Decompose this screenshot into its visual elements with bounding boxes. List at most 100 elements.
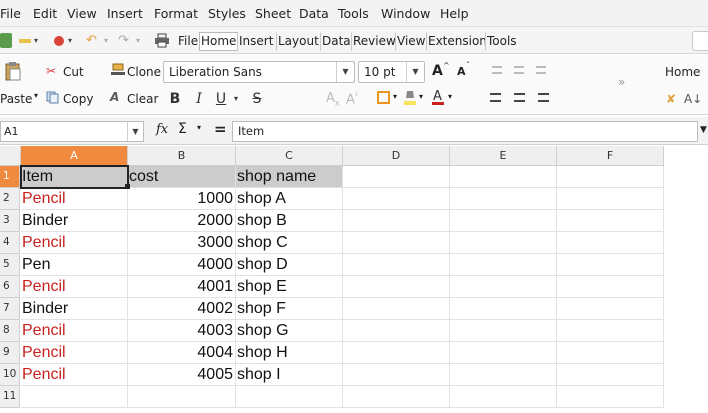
cell-f2[interactable]: [557, 188, 664, 210]
cell-d6[interactable]: [343, 276, 450, 298]
font-size-combo[interactable]: 10 pt ▼: [358, 61, 425, 83]
cell-b9[interactable]: 4004: [128, 342, 236, 364]
cell-e11[interactable]: [450, 386, 557, 408]
align-right-icon[interactable]: [538, 93, 549, 102]
row-header[interactable]: 7: [0, 298, 20, 320]
tab-home[interactable]: Home: [199, 32, 239, 51]
cell-a5[interactable]: Pen: [21, 254, 128, 276]
row-header[interactable]: 9: [0, 342, 20, 364]
new-document-icon[interactable]: [0, 33, 12, 48]
clear-button[interactable]: Clear: [127, 92, 158, 106]
cell-a1[interactable]: Item: [20, 165, 129, 189]
row-header[interactable]: 11: [0, 386, 20, 408]
cell-a6[interactable]: Pencil: [21, 276, 128, 298]
chevron-down-icon[interactable]: ▾: [68, 33, 76, 48]
tab-file[interactable]: File: [176, 32, 200, 51]
tab-data[interactable]: Data: [320, 32, 353, 51]
menu-format[interactable]: Format: [154, 6, 198, 21]
font-color-icon[interactable]: A: [431, 88, 445, 106]
chevron-down-icon[interactable]: ▾: [34, 91, 38, 100]
chevron-down-icon[interactable]: ▾: [104, 33, 112, 48]
cell-a4[interactable]: Pencil: [21, 232, 128, 254]
cell-b2[interactable]: 1000: [128, 188, 236, 210]
superscript-icon[interactable]: Ax: [326, 91, 340, 108]
chevron-down-icon[interactable]: ▾: [448, 92, 452, 101]
cell-e10[interactable]: [450, 364, 557, 386]
redo-icon[interactable]: ↷: [118, 33, 132, 48]
cell-e7[interactable]: [450, 298, 557, 320]
formula-input[interactable]: Item: [232, 121, 698, 142]
cell-e6[interactable]: [450, 276, 557, 298]
cell-d3[interactable]: [343, 210, 450, 232]
cut-button[interactable]: Cut: [63, 65, 84, 79]
cell-d4[interactable]: [343, 232, 450, 254]
cell-a9[interactable]: Pencil: [21, 342, 128, 364]
cell-f5[interactable]: [557, 254, 664, 276]
row-header[interactable]: 3: [0, 210, 20, 232]
fill-handle[interactable]: [125, 184, 130, 189]
menu-help[interactable]: Help: [440, 6, 469, 21]
align-center-vertical-icon[interactable]: [514, 66, 524, 74]
shrink-font-button[interactable]: A: [457, 65, 466, 78]
cell-a8[interactable]: Pencil: [21, 320, 128, 342]
column-header-c[interactable]: C: [236, 146, 343, 166]
cell-f11[interactable]: [557, 386, 664, 408]
cell-b1[interactable]: cost: [128, 166, 236, 188]
function-wizard-button[interactable]: fx: [156, 122, 168, 137]
name-box[interactable]: A1 ▼: [0, 121, 144, 142]
menu-data[interactable]: Data: [299, 6, 329, 21]
chevron-down-icon[interactable]: ▾: [136, 33, 144, 48]
column-header-d[interactable]: D: [343, 146, 450, 166]
cell-d5[interactable]: [343, 254, 450, 276]
column-header-f[interactable]: F: [557, 146, 664, 166]
cell-d11[interactable]: [343, 386, 450, 408]
cell-f10[interactable]: [557, 364, 664, 386]
tab-tools[interactable]: Tools: [485, 32, 519, 51]
grow-font-button[interactable]: A: [432, 63, 443, 79]
cell-a10[interactable]: Pencil: [21, 364, 128, 386]
cell-b4[interactable]: 3000: [128, 232, 236, 254]
tab-insert[interactable]: Insert: [237, 32, 275, 51]
row-header[interactable]: 8: [0, 320, 20, 342]
sum-button[interactable]: Σ: [178, 121, 187, 137]
align-left-icon[interactable]: [490, 93, 501, 102]
cell-f3[interactable]: [557, 210, 664, 232]
row-header[interactable]: 6: [0, 276, 20, 298]
align-center-icon[interactable]: [514, 93, 525, 102]
cell-b5[interactable]: 4000: [128, 254, 236, 276]
row-header[interactable]: 10: [0, 364, 20, 386]
expand-formula-icon[interactable]: ▼: [700, 125, 707, 135]
chevron-down-icon[interactable]: ▾: [393, 92, 397, 101]
cell-c8[interactable]: shop G: [236, 320, 343, 342]
chevron-down-icon[interactable]: ▾: [197, 123, 201, 132]
cell-e9[interactable]: [450, 342, 557, 364]
clear-direct-formatting-icon[interactable]: ✘: [666, 92, 676, 106]
cell-c10[interactable]: shop I: [236, 364, 343, 386]
menu-styles[interactable]: Styles: [208, 6, 246, 21]
row-header[interactable]: 1: [0, 166, 20, 188]
cell-e2[interactable]: [450, 188, 557, 210]
tab-layout[interactable]: Layout: [276, 32, 321, 51]
cell-c6[interactable]: shop E: [236, 276, 343, 298]
cell-d2[interactable]: [343, 188, 450, 210]
clone-button[interactable]: Clone: [127, 65, 161, 79]
cell-c9[interactable]: shop H: [236, 342, 343, 364]
highlight-icon[interactable]: [18, 33, 32, 48]
strikethrough-button[interactable]: S: [250, 90, 264, 108]
cell-a3[interactable]: Binder: [21, 210, 128, 232]
cell-c11[interactable]: [236, 386, 343, 408]
cell-b7[interactable]: 4002: [128, 298, 236, 320]
cell-f4[interactable]: [557, 232, 664, 254]
cell-d10[interactable]: [343, 364, 450, 386]
cell-c5[interactable]: shop D: [236, 254, 343, 276]
chevron-down-icon[interactable]: ▼: [127, 122, 143, 141]
cell-c3[interactable]: shop B: [236, 210, 343, 232]
cell-e1[interactable]: [450, 166, 557, 188]
highlight-color-icon[interactable]: [403, 89, 417, 106]
select-all-corner[interactable]: [0, 146, 21, 166]
paste-icon[interactable]: [4, 61, 22, 81]
record-changes-icon[interactable]: [52, 33, 66, 48]
sort-icon[interactable]: A↓: [684, 92, 702, 106]
cell-c4[interactable]: shop C: [236, 232, 343, 254]
menu-insert[interactable]: Insert: [107, 6, 143, 21]
